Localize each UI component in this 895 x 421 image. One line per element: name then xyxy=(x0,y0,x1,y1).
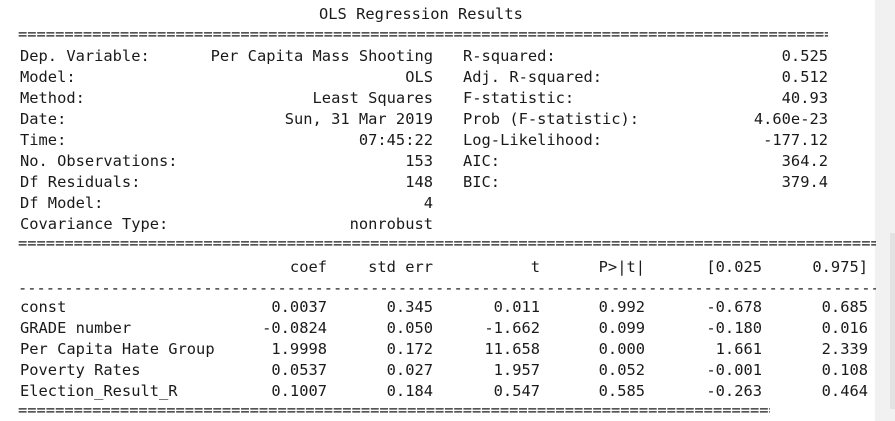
summary-value: OLS xyxy=(405,68,433,86)
ci-lower-value: -0.263 xyxy=(706,382,762,400)
header-ci-lower: [0.025 xyxy=(706,258,762,276)
summary-row: Dep. Variable: Per Capita Mass Shooting R-… xyxy=(0,46,895,67)
p-value: 0.000 xyxy=(598,340,645,358)
summary-label: Df Residuals: xyxy=(20,173,141,191)
t-value: 0.547 xyxy=(493,382,540,400)
summary-value: Sun, 31 Mar 2019 xyxy=(284,110,433,128)
header-std-err: std err xyxy=(368,258,433,276)
summary-row: Df Residuals: 148 BIC: 379.4 xyxy=(0,172,895,193)
variable-name: GRADE number xyxy=(20,319,132,337)
std-err-value: 0.345 xyxy=(386,298,433,316)
stat-value: 379.4 xyxy=(781,173,828,191)
std-err-value: 0.172 xyxy=(386,340,433,358)
coef-value: -0.0824 xyxy=(262,319,327,337)
coef-row: const 0.0037 0.345 0.011 0.992 -0.678 0.685 xyxy=(0,297,895,318)
stat-value: -177.12 xyxy=(763,131,828,149)
bottom-separator: ========================================… xyxy=(18,404,770,416)
summary-label: Time: xyxy=(20,131,67,149)
stat-value: 40.93 xyxy=(781,89,828,107)
std-err-value: 0.027 xyxy=(386,361,433,379)
header-t: t xyxy=(530,258,540,276)
coef-value: 0.0537 xyxy=(271,361,327,379)
stat-label: R-squared: xyxy=(463,47,556,65)
summary-value: 153 xyxy=(405,152,433,170)
dash-separator: ----------------------------------------… xyxy=(18,282,876,294)
summary-row: Covariance Type: nonrobust xyxy=(0,214,895,235)
summary-value: 4 xyxy=(423,194,433,212)
ci-upper-value: 2.339 xyxy=(821,340,868,358)
t-value: 1.957 xyxy=(493,361,540,379)
ci-upper-value: 0.016 xyxy=(821,319,868,337)
ci-lower-value: -0.001 xyxy=(706,361,762,379)
summary-label: No. Observations: xyxy=(20,152,178,170)
stat-value: 4.60e-23 xyxy=(753,110,828,128)
summary-row: No. Observations: 153 AIC: 364.2 xyxy=(0,151,895,172)
top-separator: ========================================… xyxy=(18,28,828,40)
variable-name: Poverty Rates xyxy=(20,361,141,379)
stat-label: Log-Likelihood: xyxy=(463,131,602,149)
summary-row: Model: OLS Adj. R-squared: 0.512 xyxy=(0,67,895,88)
ci-lower-value: -0.180 xyxy=(706,319,762,337)
ci-lower-value: 1.661 xyxy=(715,340,762,358)
summary-label: Date: xyxy=(20,110,67,128)
coef-row: GRADE number -0.0824 0.050 -1.662 0.099 -0.18… xyxy=(0,318,895,339)
stat-label: Prob (F-statistic): xyxy=(463,110,640,128)
coef-row: Per Capita Hate Group 1.9998 0.172 11.658 0.… xyxy=(0,339,895,360)
stat-value: 364.2 xyxy=(781,152,828,170)
summary-value: nonrobust xyxy=(349,215,433,233)
middle-separator: ========================================… xyxy=(18,237,876,249)
variable-name: const xyxy=(20,298,67,316)
summary-row: Method: Least Squares F-statistic: 40.93 xyxy=(0,88,895,109)
summary-value: Per Capita Mass Shooting xyxy=(210,47,433,65)
summary-value: 07:45:22 xyxy=(358,131,433,149)
ci-upper-value: 0.108 xyxy=(821,361,868,379)
coef-value: 0.0037 xyxy=(271,298,327,316)
t-value: 11.658 xyxy=(484,340,540,358)
summary-label: Covariance Type: xyxy=(20,215,169,233)
summary-label: Method: xyxy=(20,89,85,107)
coef-value: 0.1007 xyxy=(271,382,327,400)
header-ci-upper: 0.975] xyxy=(812,258,868,276)
p-value: 0.052 xyxy=(598,361,645,379)
stat-label: AIC: xyxy=(463,152,501,170)
coef-row: Poverty Rates 0.0537 0.027 1.957 0.052 -0.001… xyxy=(0,360,895,381)
std-err-value: 0.184 xyxy=(386,382,433,400)
ci-lower-value: -0.678 xyxy=(706,298,762,316)
stat-label: Adj. R-squared: xyxy=(463,68,602,86)
variable-name: Election_Result_R xyxy=(20,382,178,400)
summary-label: Model: xyxy=(20,68,76,86)
summary-row: Date: Sun, 31 Mar 2019 Prob (F-statistic):… xyxy=(0,109,895,130)
summary-label: Dep. Variable: xyxy=(20,47,150,65)
p-value: 0.585 xyxy=(598,382,645,400)
coef-value: 1.9998 xyxy=(271,340,327,358)
ci-upper-value: 0.464 xyxy=(821,382,868,400)
summary-row: Df Model: 4 xyxy=(0,193,895,214)
results-title: OLS Regression Results xyxy=(319,5,523,23)
header-p-value: P>|t| xyxy=(598,258,645,276)
header-coef: coef xyxy=(289,258,327,276)
stat-label: F-statistic: xyxy=(463,89,575,107)
t-value: -1.662 xyxy=(484,319,540,337)
coef-header-row: coef std err t P>|t| [0.025 0.975] xyxy=(0,257,895,278)
stat-value: 0.512 xyxy=(781,68,828,86)
stat-value: 0.525 xyxy=(781,47,828,65)
summary-value: 148 xyxy=(405,173,433,191)
summary-value: Least Squares xyxy=(312,89,433,107)
t-value: 0.011 xyxy=(493,298,540,316)
p-value: 0.099 xyxy=(598,319,645,337)
variable-name: Per Capita Hate Group xyxy=(20,340,215,358)
std-err-value: 0.050 xyxy=(386,319,433,337)
ci-upper-value: 0.685 xyxy=(821,298,868,316)
regression-output: { "title": "OLS Regression Results", "ru… xyxy=(0,0,895,421)
summary-row: Time: 07:45:22 Log-Likelihood: -177.12 xyxy=(0,130,895,151)
stat-label: BIC: xyxy=(463,173,501,191)
summary-label: Df Model: xyxy=(20,194,104,212)
results-title-row: OLS Regression Results xyxy=(0,4,895,25)
p-value: 0.992 xyxy=(598,298,645,316)
coef-row: Election_Result_R 0.1007 0.184 0.547 0.585 -0… xyxy=(0,381,895,402)
